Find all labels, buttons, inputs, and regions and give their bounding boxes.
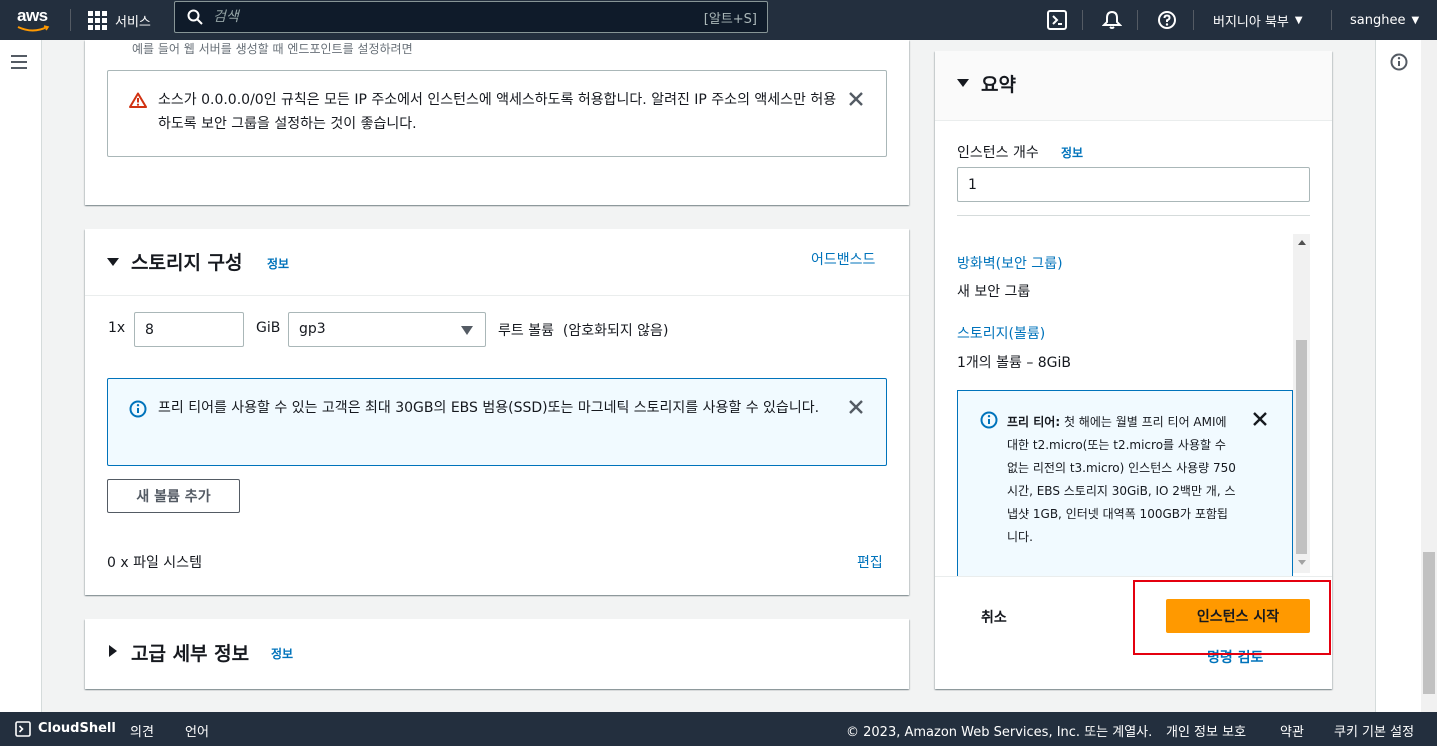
volume-type-value: gp3 bbox=[299, 321, 326, 337]
region-selector[interactable]: 버지니아 북부 ▼ bbox=[1213, 0, 1303, 40]
free-tier-info-text: 프리 티어를 사용할 수 있는 고객은 최대 30GB의 EBS 범용(SSD)… bbox=[158, 400, 820, 416]
cancel-button[interactable]: 취소 bbox=[981, 607, 1007, 627]
advanced-details-info-link[interactable]: 정보 bbox=[271, 645, 293, 662]
footer-feedback[interactable]: 의견 bbox=[130, 721, 154, 740]
info-icon bbox=[980, 411, 998, 429]
summary-header[interactable]: 요약 bbox=[935, 51, 1332, 121]
caret-right-icon bbox=[109, 645, 117, 657]
search-box[interactable]: [알트+S] bbox=[174, 1, 768, 33]
nav-divider bbox=[1193, 10, 1194, 30]
caret-down-icon bbox=[107, 258, 119, 266]
scroll-thumb[interactable] bbox=[1296, 340, 1307, 554]
aws-logo-text: aws bbox=[17, 6, 48, 25]
footer: CloudShell 의견 언어 © 2023, Amazon Web Serv… bbox=[0, 712, 1437, 746]
close-icon[interactable] bbox=[848, 91, 864, 107]
left-rail bbox=[0, 40, 42, 712]
volume-multiplier: 1x bbox=[108, 320, 126, 336]
footer-terms[interactable]: 약관 bbox=[1280, 721, 1304, 740]
help-icon[interactable] bbox=[1155, 8, 1179, 32]
advanced-link[interactable]: 어드밴스드 bbox=[811, 249, 875, 269]
storage-panel: 스토리지 구성 정보 어드밴스드 1x GiB gp3 루트 볼륨 (암호화되지… bbox=[85, 229, 909, 595]
grid-icon bbox=[88, 10, 107, 30]
nav-divider bbox=[70, 9, 71, 31]
warning-icon bbox=[129, 92, 147, 108]
free-tier-info-alert: 프리 티어를 사용할 수 있는 고객은 최대 30GB의 EBS 범용(SSD)… bbox=[107, 378, 887, 466]
cloudshell-icon[interactable] bbox=[15, 721, 31, 737]
filesystem-count: 0 x 파일 시스템 bbox=[107, 555, 202, 571]
services-label: 서비스 bbox=[115, 14, 151, 30]
storage-info-link[interactable]: 정보 bbox=[267, 255, 289, 272]
nav-divider bbox=[1082, 10, 1083, 30]
aws-logo[interactable]: aws bbox=[14, 5, 56, 35]
scroll-thumb[interactable] bbox=[1423, 552, 1435, 694]
volume-type-select[interactable]: gp3 bbox=[288, 312, 486, 347]
volume-unit: GiB bbox=[256, 320, 281, 336]
menu-icon[interactable] bbox=[11, 55, 27, 73]
advanced-details-title: 고급 세부 정보 bbox=[131, 643, 250, 665]
firewall-value: 새 보안 그룹 bbox=[957, 284, 1031, 300]
footer-language[interactable]: 언어 bbox=[185, 721, 209, 740]
region-label: 버지니아 북부 bbox=[1213, 14, 1289, 30]
summary-scrollbar[interactable] bbox=[1293, 234, 1310, 573]
volume-description: 루트 볼륨 (암호화되지 않음) bbox=[498, 323, 669, 339]
search-shortcut: [알트+S] bbox=[703, 11, 757, 27]
footer-copyright: © 2023, Amazon Web Services, Inc. 또는 계열사… bbox=[846, 725, 1153, 740]
close-icon[interactable] bbox=[1252, 411, 1268, 427]
search-input[interactable] bbox=[213, 9, 704, 25]
highlight-box bbox=[1133, 580, 1331, 655]
warning-text: 소스가 0.0.0.0/0인 규칙은 모든 IP 주소에서 인스턴스에 액세스하… bbox=[158, 92, 837, 132]
warning-alert: 소스가 0.0.0.0/0인 규칙은 모든 IP 주소에서 인스턴스에 액세스하… bbox=[107, 70, 887, 157]
chevron-down-icon: ▼ bbox=[1294, 14, 1303, 26]
edit-filesystems-link[interactable]: 편집 bbox=[857, 552, 883, 572]
storage-volumes-value: 1개의 볼륨 – 8GiB bbox=[957, 355, 1072, 371]
summary-divider bbox=[957, 215, 1310, 216]
add-volume-button[interactable]: 새 볼륨 추가 bbox=[107, 479, 240, 513]
close-icon[interactable] bbox=[848, 399, 864, 415]
user-menu[interactable]: sanghee ▼ bbox=[1350, 0, 1419, 40]
cloudshell-icon[interactable] bbox=[1045, 8, 1069, 32]
storage-title: 스토리지 구성 bbox=[131, 252, 243, 274]
aws-smile-icon bbox=[17, 25, 50, 32]
footer-cookies[interactable]: 쿠키 기본 설정 bbox=[1334, 721, 1414, 740]
right-rail bbox=[1375, 40, 1421, 712]
volume-size-input[interactable] bbox=[134, 312, 244, 347]
page-scrollbar[interactable] bbox=[1421, 40, 1437, 712]
scroll-up-icon[interactable] bbox=[1298, 240, 1306, 245]
footer-privacy[interactable]: 개인 정보 보호 bbox=[1166, 721, 1246, 740]
info-icon bbox=[129, 400, 147, 418]
free-tier-summary-alert: 프리 티어: 첫 해에는 월별 프리 티어 AMI에 대한 t2.micro(또… bbox=[957, 390, 1293, 580]
caret-down-icon bbox=[957, 79, 969, 87]
nav-divider bbox=[1331, 10, 1332, 30]
notifications-bell-icon[interactable] bbox=[1100, 8, 1124, 32]
firewall-link[interactable]: 방화벽(보안 그룹) bbox=[957, 253, 1063, 273]
search-icon bbox=[187, 9, 203, 25]
nav-divider bbox=[1137, 10, 1138, 30]
storage-volumes-link[interactable]: 스토리지(볼륨) bbox=[957, 323, 1045, 343]
storage-header[interactable]: 스토리지 구성 정보 어드밴스드 bbox=[85, 229, 909, 296]
scroll-down-icon[interactable] bbox=[1298, 560, 1306, 565]
instance-count-input[interactable] bbox=[957, 167, 1310, 202]
info-panel-icon[interactable] bbox=[1390, 53, 1408, 71]
footer-cloudshell[interactable]: CloudShell bbox=[38, 721, 116, 736]
endpoint-hint: 예를 들어 웹 서버를 생성할 때 엔드포인트를 설정하려면 bbox=[132, 42, 413, 56]
free-tier-body: 첫 해에는 월별 프리 티어 AMI에 대한 t2.micro(또는 t2.mi… bbox=[1007, 415, 1236, 544]
services-menu[interactable]: 서비스 bbox=[88, 0, 151, 40]
top-navigation: aws 서비스 [알트+S] 버지니아 북부 ▼ sanghee ▼ bbox=[0, 0, 1437, 40]
instance-count-label: 인스턴스 개수 bbox=[957, 145, 1039, 161]
free-tier-summary-text: 프리 티어: 첫 해에는 월별 프리 티어 AMI에 대한 t2.micro(또… bbox=[1007, 411, 1237, 549]
network-settings-panel: 예를 들어 웹 서버를 생성할 때 엔드포인트를 설정하려면 소스가 0.0.0… bbox=[85, 40, 909, 205]
chevron-down-icon: ▼ bbox=[1411, 14, 1420, 26]
instance-count-info-link[interactable]: 정보 bbox=[1061, 144, 1083, 161]
user-name: sanghee bbox=[1350, 12, 1406, 28]
free-tier-bold: 프리 티어: bbox=[1007, 415, 1061, 429]
advanced-details-panel[interactable]: 고급 세부 정보 정보 bbox=[85, 619, 909, 689]
summary-title: 요약 bbox=[981, 74, 1016, 96]
caret-down-icon bbox=[461, 326, 473, 335]
